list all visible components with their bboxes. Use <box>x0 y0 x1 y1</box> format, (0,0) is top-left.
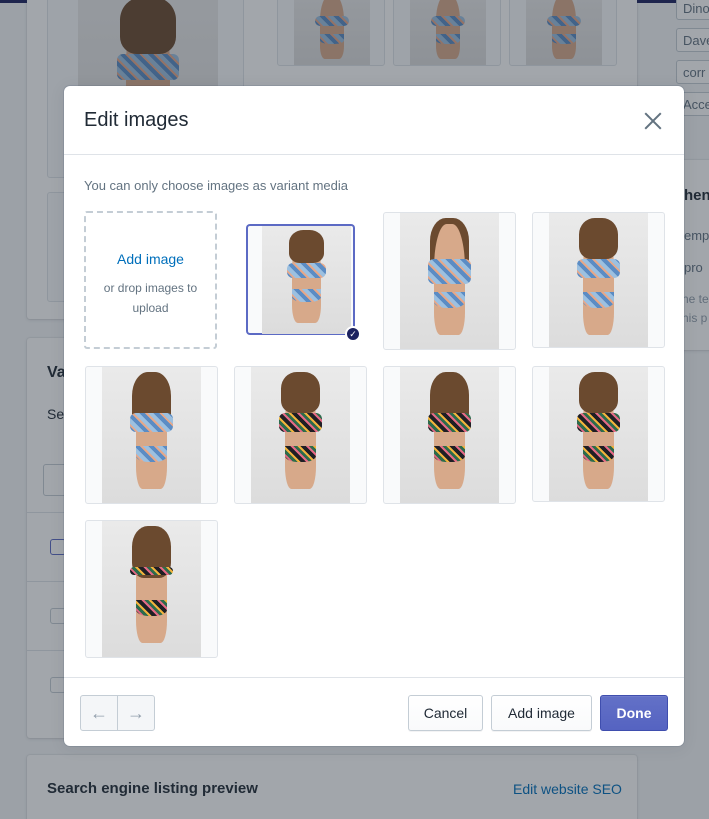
add-image-button[interactable]: Add image <box>491 695 592 731</box>
modal-footer: ← → Cancel Add image Done <box>64 677 684 746</box>
image-tile[interactable] <box>234 366 367 504</box>
product-image <box>102 521 201 657</box>
edit-images-modal: Edit images You can only choose images a… <box>64 86 684 746</box>
image-tile[interactable] <box>532 366 665 502</box>
product-image <box>251 367 350 503</box>
image-dropzone[interactable]: Add image or drop images to upload <box>84 211 217 349</box>
image-tile[interactable] <box>383 366 516 504</box>
close-icon[interactable] <box>639 107 667 135</box>
product-image <box>102 367 201 503</box>
helper-text: You can only choose images as variant me… <box>84 178 349 193</box>
checkmark-icon: ✓ <box>345 326 361 342</box>
add-image-link[interactable]: Add image <box>86 251 215 267</box>
product-image <box>400 213 499 349</box>
arrow-right-icon[interactable]: → <box>117 696 154 730</box>
image-tile[interactable] <box>383 212 516 350</box>
image-tile[interactable] <box>532 212 665 348</box>
arrow-left-icon[interactable]: ← <box>81 696 117 730</box>
product-image <box>400 367 499 503</box>
dropzone-hint: or drop images to upload <box>103 281 198 315</box>
done-button[interactable]: Done <box>600 695 668 731</box>
modal-header: Edit images <box>64 86 684 155</box>
product-image <box>262 226 351 334</box>
image-tile[interactable] <box>85 366 218 504</box>
product-image <box>549 213 648 347</box>
pagination: ← → <box>80 695 155 731</box>
modal-title: Edit images <box>84 109 189 131</box>
image-tile[interactable] <box>85 520 218 658</box>
image-tile-selected[interactable]: ✓ <box>247 225 361 342</box>
cancel-button[interactable]: Cancel <box>408 695 483 731</box>
product-image <box>549 367 648 501</box>
